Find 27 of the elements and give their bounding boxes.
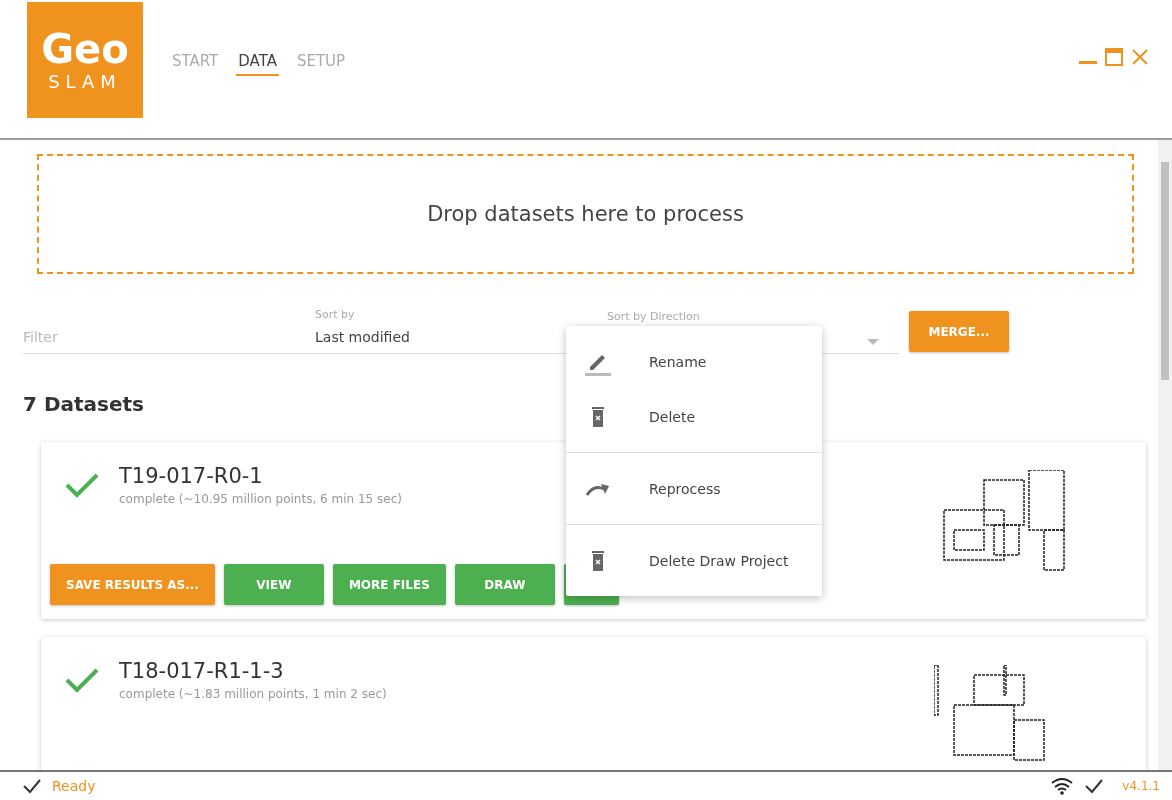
check-icon xyxy=(1084,778,1105,794)
dataset-name: T18-017-R1-1-3 xyxy=(119,659,285,683)
redo-icon xyxy=(584,481,612,496)
menu-item[interactable]: Delete Draw Project xyxy=(566,524,822,588)
dataset-count-heading: 7 Datasets xyxy=(23,392,145,416)
status-text: Ready xyxy=(52,778,96,794)
nav-tab[interactable]: DATA xyxy=(236,48,279,76)
close-icon[interactable] xyxy=(1130,47,1150,67)
logo-wordmark: Geo xyxy=(41,28,129,69)
scrollbar[interactable] xyxy=(1158,140,1172,770)
menu-item[interactable]: Reprocess xyxy=(566,452,822,516)
check-icon xyxy=(22,778,42,794)
drop-zone[interactable]: Drop datasets here to process xyxy=(37,154,1134,274)
sort-by-label: Sort by xyxy=(315,308,356,321)
dataset-name: T19-017-R0-1 xyxy=(119,464,264,488)
version-text: v4.1.1 xyxy=(1122,779,1160,793)
maximize-icon[interactable] xyxy=(1104,47,1124,67)
wifi-icon xyxy=(1050,777,1075,795)
drop-zone-text: Drop datasets here to process xyxy=(427,202,744,226)
dataset-status: complete (~1.83 million points, 1 min 2 sec) xyxy=(119,687,387,701)
dataset-status: complete (~10.95 million points, 6 min 15 sec) xyxy=(119,492,402,506)
logo-subtitle: SLAM xyxy=(48,70,122,92)
sort-direction-label: Sort by Direction xyxy=(607,310,701,323)
menu-item[interactable]: Delete xyxy=(566,389,822,444)
menu-item[interactable]: Rename xyxy=(566,334,822,389)
scrollbar-thumb[interactable] xyxy=(1161,162,1169,380)
caret-icon xyxy=(867,339,879,345)
